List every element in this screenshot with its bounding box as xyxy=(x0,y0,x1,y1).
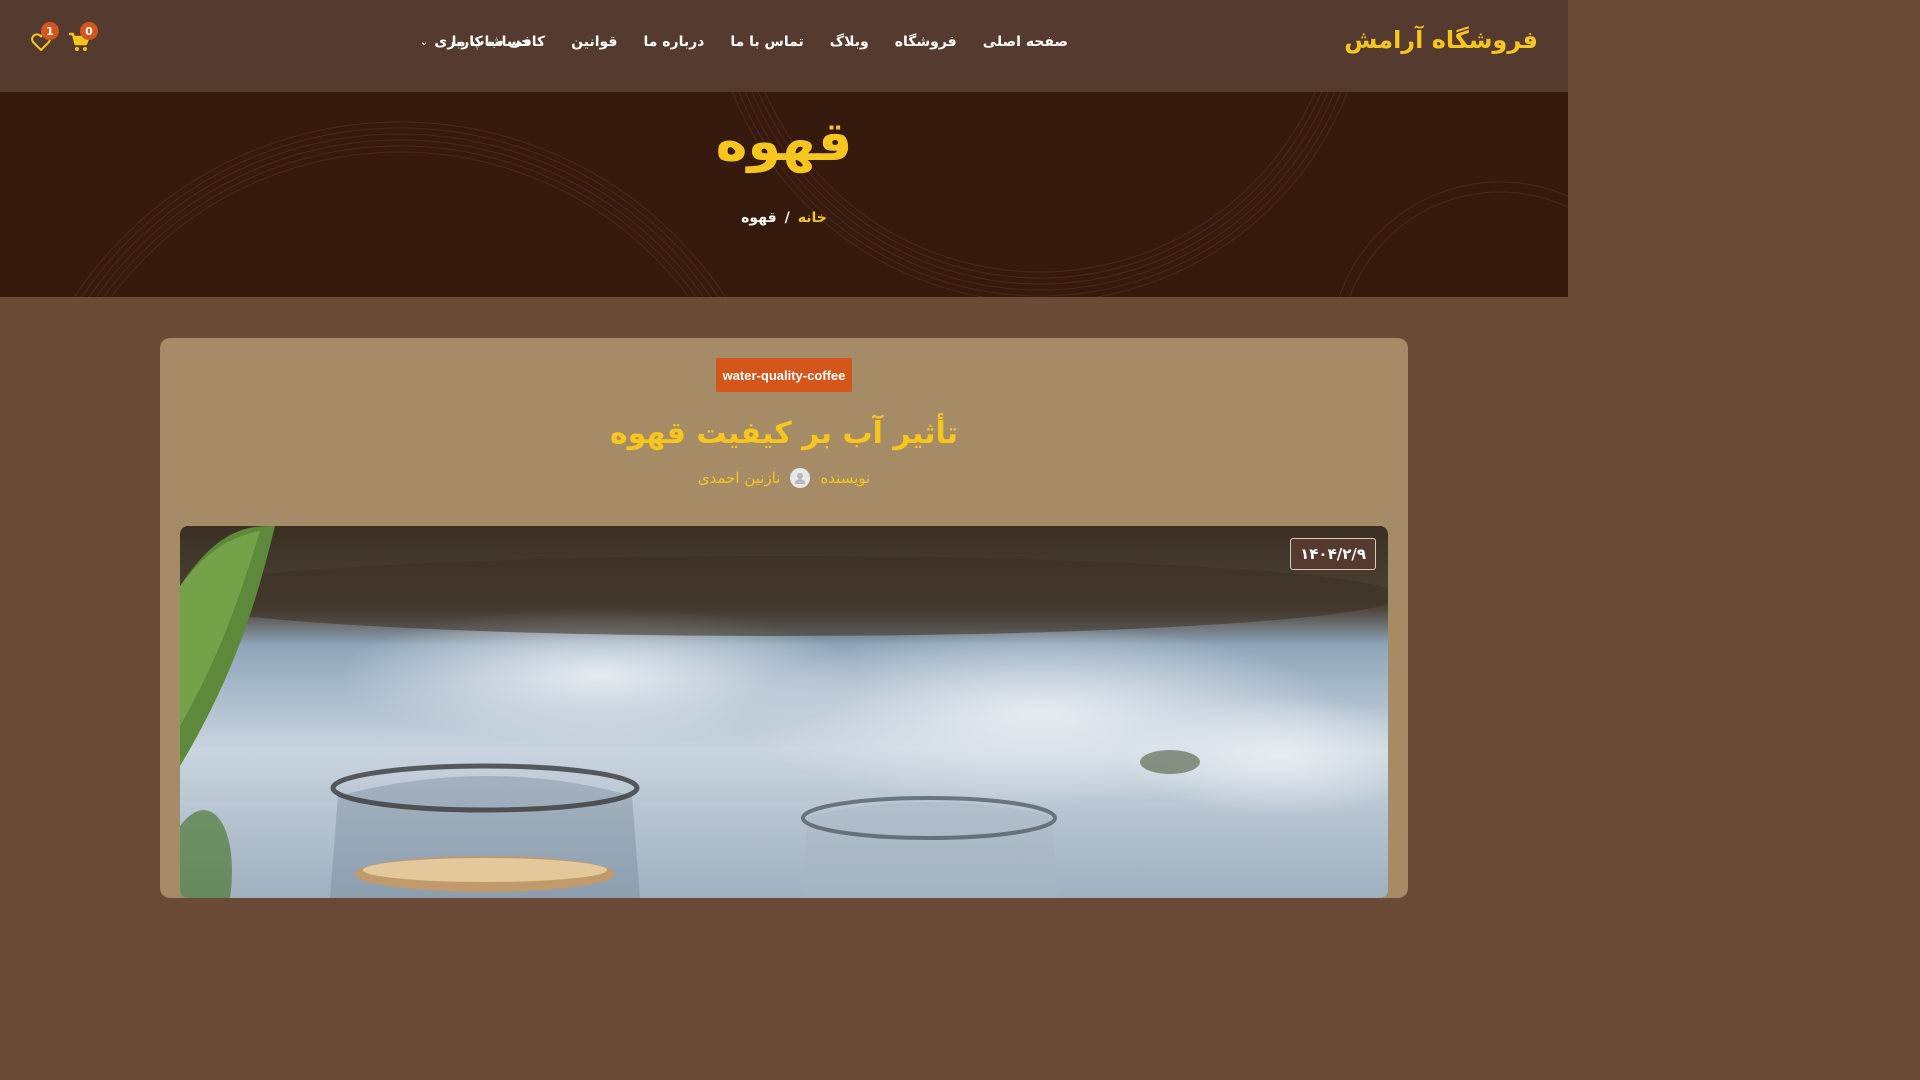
account-menu[interactable]: حساب کاربری ⌄ xyxy=(420,34,531,50)
page-hero: قهوه خانه / قهوه xyxy=(0,92,1568,297)
breadcrumb-separator: / xyxy=(784,210,790,226)
nav-item-home[interactable]: صفحه اصلی xyxy=(983,34,1068,50)
post-featured-image: ۱۴۰۴/۲/۹ xyxy=(180,526,1388,898)
nav-item-rules[interactable]: قوانین xyxy=(571,34,617,50)
nav-item-about[interactable]: درباره ما xyxy=(643,34,704,50)
cart-count-badge: 0 xyxy=(80,22,98,40)
post-tag[interactable]: water-quality-coffee xyxy=(716,358,852,392)
nav-item-blog[interactable]: وبلاگ xyxy=(830,34,869,50)
author-name[interactable]: نازنین احمدی xyxy=(698,469,781,487)
breadcrumb: خانه / قهوه xyxy=(0,210,1568,226)
author-label: نویسنده xyxy=(820,469,871,487)
nav-item-shop[interactable]: فروشگاه xyxy=(895,34,957,50)
wishlist-count-badge: 1 xyxy=(41,22,59,40)
main-nav: صفحه اصلی فروشگاه وبلاگ تماس با ما دربار… xyxy=(452,34,1068,50)
coffee-glasses-photo xyxy=(180,526,1388,898)
cart-button[interactable]: 0 xyxy=(68,22,98,54)
nav-item-contact[interactable]: تماس با ما xyxy=(730,34,803,50)
page-title: قهوه xyxy=(715,110,853,173)
breadcrumb-home-link[interactable]: خانه xyxy=(798,210,827,226)
author-row: نویسنده نازنین احمدی xyxy=(160,468,1408,488)
breadcrumb-current: قهوه xyxy=(741,210,777,226)
post-title: تأثیر آب بر کیفیت قهوه xyxy=(609,416,959,451)
post-card: water-quality-coffee تأثیر آب بر کیفیت ق… xyxy=(160,338,1408,898)
chevron-down-icon: ⌄ xyxy=(420,36,429,48)
post-date-badge: ۱۴۰۴/۲/۹ xyxy=(1290,538,1376,570)
user-avatar-icon xyxy=(790,468,811,488)
site-logo[interactable]: فروشگاه آرامش xyxy=(1344,26,1538,54)
account-menu-label: حساب کاربری xyxy=(434,34,532,50)
wishlist-button[interactable]: 1 xyxy=(29,22,59,54)
site-header: فروشگاه آرامش صفحه اصلی فروشگاه وبلاگ تم… xyxy=(0,0,1568,92)
